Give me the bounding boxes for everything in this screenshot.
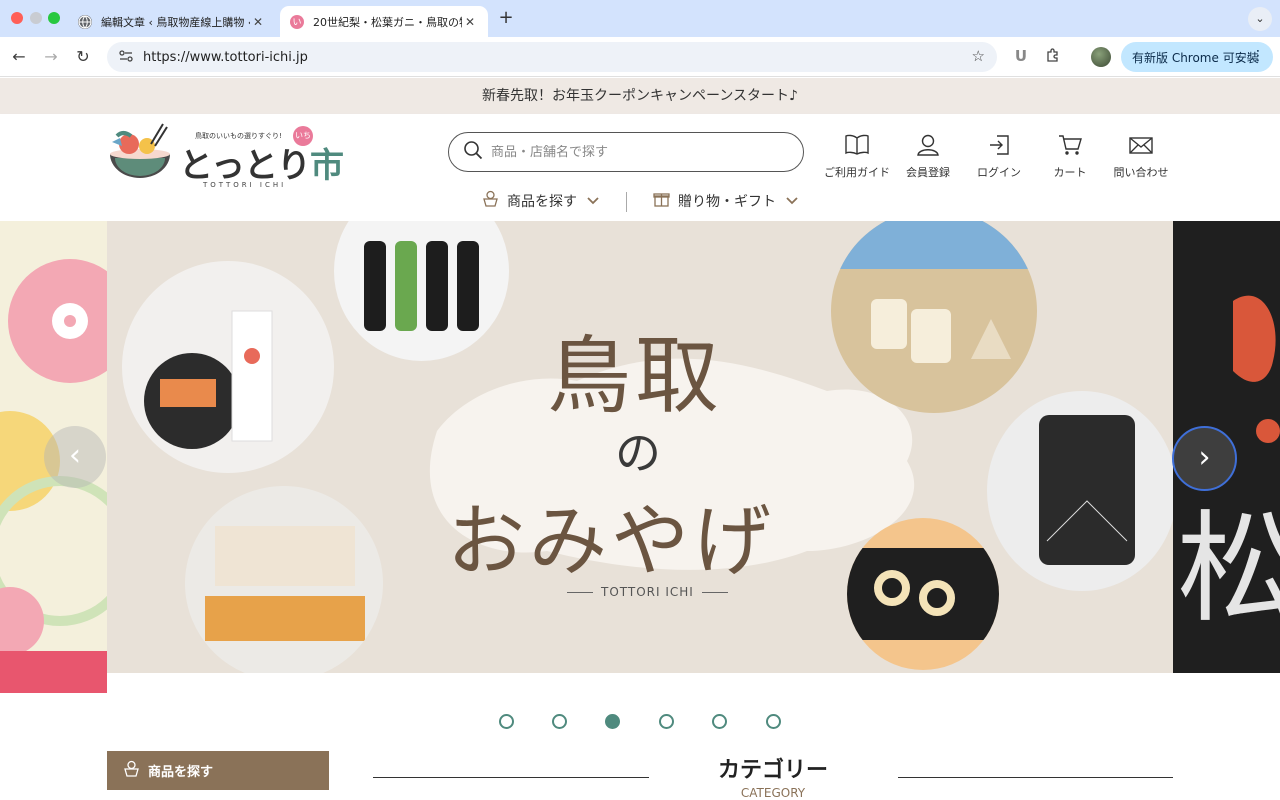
carousel-dot-3[interactable] [605, 714, 620, 729]
menu-label: 商品を探す [507, 193, 577, 210]
nav-contact[interactable]: 問い合わせ [1105, 134, 1177, 180]
carousel-dot-6[interactable] [766, 714, 781, 729]
carousel-dot-4[interactable] [659, 714, 674, 729]
chevron-left-icon: ‹ [69, 438, 81, 473]
new-tab-button[interactable]: + [496, 8, 516, 28]
category-subheading: CATEGORY [740, 786, 806, 800]
category-divider-left [373, 777, 649, 778]
close-tab-icon[interactable]: ✕ [250, 15, 266, 29]
login-icon [963, 134, 1035, 158]
nav-label: 問い合わせ [1113, 166, 1169, 179]
menu-find-products[interactable]: 商品を探す [482, 190, 599, 211]
category-heading: カテゴリー [717, 758, 828, 783]
pink-band [0, 651, 107, 693]
bookmark-star-icon[interactable]: ☆ [972, 47, 985, 65]
product-photo-chikuwa [847, 518, 999, 670]
nav-label: カート [1053, 166, 1087, 179]
book-icon [821, 134, 893, 158]
site-search-box[interactable] [448, 132, 804, 172]
maximize-window-button[interactable] [48, 12, 60, 24]
logo-badge: いち [293, 126, 313, 146]
hero-subtitle: TOTTORI ICHI [559, 585, 736, 599]
user-icon [892, 134, 964, 158]
nav-label: ご利用ガイド [824, 166, 890, 179]
browser-toolbar: ← → ↻ https://www.tottori-ichi.jp ☆ U 有新… [0, 37, 1280, 77]
update-button-label: 有新版 Chrome 可安裝 [1132, 50, 1259, 65]
nav-cart[interactable]: カート [1034, 134, 1106, 180]
menu-gifts[interactable]: 贈り物・ギフト [653, 190, 798, 211]
cart-icon [1034, 134, 1106, 158]
minimize-window-button[interactable] [30, 12, 42, 24]
more-menu-icon[interactable]: ⋮ [1251, 48, 1265, 64]
hero-title-line3: おみやげ [447, 497, 776, 587]
forward-arrow-icon[interactable]: → [40, 46, 62, 68]
product-photo-cake [122, 261, 334, 473]
extensions-puzzle-icon[interactable] [1043, 47, 1063, 67]
nav-login[interactable]: ログイン [963, 134, 1035, 180]
basket-icon [123, 760, 140, 781]
mail-icon [1105, 134, 1177, 158]
tab-title: 20世紀梨・松葉ガニ・鳥取の特 [313, 15, 462, 29]
extension-u-icon[interactable]: U [1011, 47, 1031, 65]
active-slide[interactable]: 鳥取 の おみやげ TOTTORI ICHI [107, 221, 1173, 673]
reload-icon[interactable]: ↻ [72, 46, 94, 68]
tottori-ichi-favicon: い [290, 14, 304, 29]
chevron-right-icon: › [1198, 440, 1211, 475]
tab-search-chevron-icon[interactable]: ⌄ [1248, 7, 1272, 31]
carousel-pagination [0, 714, 1280, 730]
menu-label: 贈り物・ギフト [678, 193, 776, 210]
carousel-prev-button[interactable]: ‹ [44, 426, 106, 488]
chrome-update-button[interactable]: 有新版 Chrome 可安裝 ⋮ [1121, 42, 1273, 72]
back-arrow-icon[interactable]: ← [8, 46, 30, 68]
search-icon[interactable] [463, 140, 483, 164]
chevron-down-icon [786, 194, 798, 208]
browser-tab-strip: 編輯文章 ‹ 鳥取物産線上購物 ‹ ✕ い 20世紀梨・松葉ガニ・鳥取の特 ✕ … [0, 0, 1280, 37]
bowl-logo-icon [110, 123, 170, 178]
hero-title-line1: 鳥取 [547, 327, 724, 425]
carousel-dot-5[interactable] [712, 714, 727, 729]
carousel-next-button[interactable]: › [1172, 426, 1237, 491]
chevron-down-icon [587, 194, 599, 208]
gift-icon [653, 190, 670, 211]
slide-kanji: 松 [1177, 500, 1280, 639]
announcement-text: 新春先取！お年玉クーポンキャンペーンスタート♪ [482, 88, 798, 104]
tab-title: 編輯文章 ‹ 鳥取物産線上購物 ‹ [101, 15, 250, 29]
address-bar[interactable]: https://www.tottori-ichi.jp ☆ [107, 42, 997, 72]
url-text: https://www.tottori-ichi.jp [143, 49, 308, 65]
close-window-button[interactable] [11, 12, 23, 24]
search-input[interactable] [491, 144, 771, 160]
basket-icon [482, 190, 499, 211]
nav-register[interactable]: 会員登録 [892, 134, 964, 180]
announcement-banner[interactable]: 新春先取！お年玉クーポンキャンペーンスタート♪ [0, 78, 1280, 114]
category-divider-right [898, 777, 1173, 778]
close-tab-icon[interactable]: ✕ [462, 15, 478, 29]
find-products-label: 商品を探す [148, 765, 214, 780]
browser-tab-tottori-ichi[interactable]: い 20世紀梨・松葉ガニ・鳥取の特 ✕ [280, 6, 488, 37]
site-logo[interactable]: 鳥取のいいもの選りすぐり! とっとり市 いち TOTTORI ICHI [107, 120, 344, 192]
product-photo-sand-can [987, 391, 1173, 591]
logo-wordmark: とっとり市 [179, 146, 344, 186]
nav-label: ログイン [977, 166, 1021, 179]
site-settings-icon[interactable] [119, 49, 133, 65]
find-products-button[interactable]: 商品を探す [107, 751, 329, 790]
profile-avatar[interactable] [1091, 47, 1111, 67]
menu-divider [626, 192, 627, 212]
product-photo-sweets-box [185, 486, 383, 673]
carousel-dot-1[interactable] [499, 714, 514, 729]
logo-romaji: TOTTORI ICHI [203, 181, 287, 189]
hero-title-line2: の [615, 426, 661, 480]
nav-label: 会員登録 [906, 166, 950, 179]
carousel-dot-2[interactable] [552, 714, 567, 729]
hero-carousel: 鳥取 の おみやげ TOTTORI ICHI 松 ‹ › [0, 221, 1280, 693]
globe-icon [78, 14, 92, 29]
browser-tab-edit-article[interactable]: 編輯文章 ‹ 鳥取物産線上購物 ‹ ✕ [68, 6, 276, 37]
site-header: 鳥取のいいもの選りすぐり! とっとり市 いち TOTTORI ICHI ご利用ガ… [0, 114, 1280, 221]
main-menu: 商品を探す 贈り物・ギフト [0, 190, 1280, 216]
nav-guide[interactable]: ご利用ガイド [821, 134, 893, 180]
